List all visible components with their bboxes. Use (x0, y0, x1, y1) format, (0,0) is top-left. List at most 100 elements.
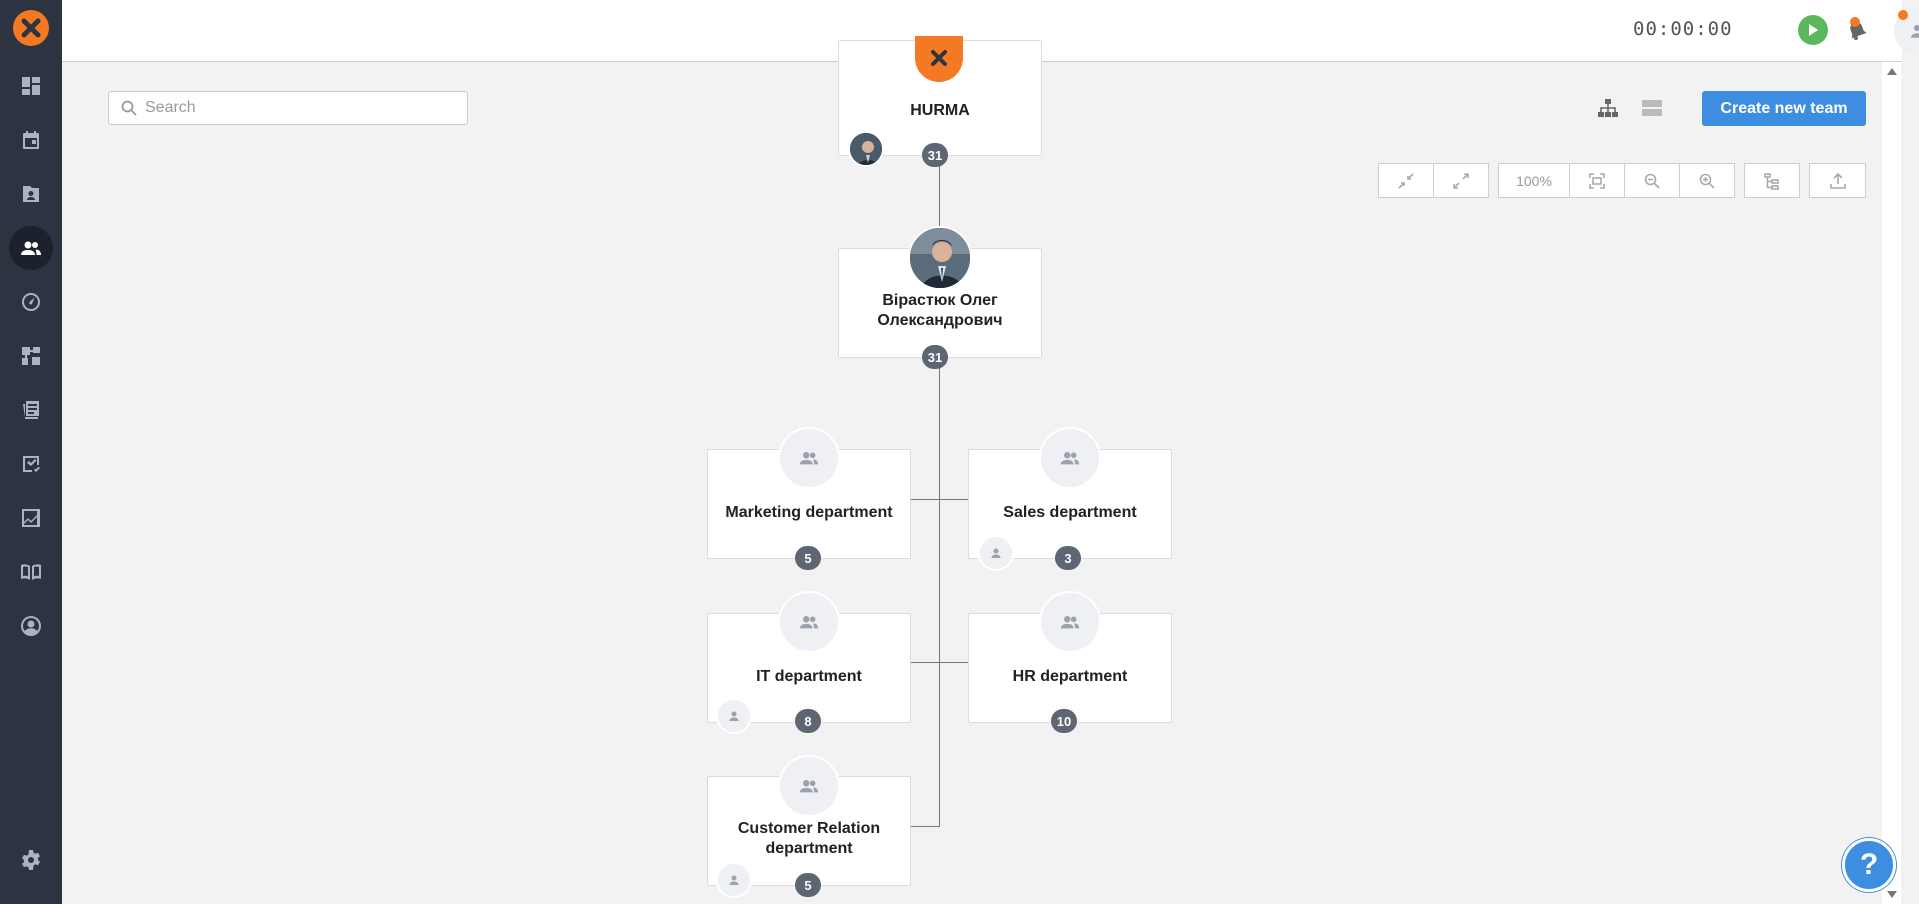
dashboard-icon (22, 77, 40, 95)
candidates-icon (23, 186, 39, 202)
sidebar (0, 0, 62, 904)
sidebar-item-analytics[interactable] (9, 496, 53, 540)
person-name-line1: Вірастюк Олег (882, 292, 998, 309)
workflow-icon (22, 347, 40, 365)
expand-icon (1453, 172, 1469, 189)
team-lead-avatar[interactable] (978, 535, 1014, 571)
list-view-button[interactable] (1638, 96, 1666, 120)
org-root-name: HURMA (910, 102, 970, 119)
team-icon (799, 780, 819, 793)
hierarchy-layout-button[interactable] (1744, 163, 1800, 198)
library-icon (23, 401, 39, 419)
connector-line (911, 662, 968, 663)
collapse-button[interactable] (1378, 163, 1434, 198)
profile-icon (21, 616, 41, 636)
user-icon (991, 548, 1001, 558)
sidebar-item-workflow[interactable] (9, 334, 53, 378)
user-icon (729, 711, 739, 721)
zoom-in-icon (1699, 173, 1715, 189)
zoom-reset-button[interactable]: 100% (1498, 163, 1570, 198)
list-icon (1642, 100, 1662, 116)
settings-icon (22, 850, 40, 870)
team-icon (21, 241, 41, 255)
member-count-badge: 31 (922, 345, 948, 369)
member-count-badge: 3 (1055, 546, 1081, 570)
speedometer-icon (22, 293, 40, 311)
team-lead-avatar[interactable] (716, 862, 752, 898)
person-avatar[interactable] (908, 226, 972, 290)
create-new-team-button[interactable]: Create new team (1702, 91, 1866, 126)
member-count-badge: 8 (795, 709, 821, 733)
hurma-logo[interactable] (13, 10, 49, 46)
timer-start-button[interactable] (1798, 15, 1828, 45)
team-name-line2: department (765, 840, 853, 857)
member-count-badge: 31 (922, 143, 948, 167)
time-tracker-display: 00:00:00 (1633, 18, 1733, 40)
member-count-badge: 5 (795, 546, 821, 570)
person-name-line2: Олександрович (877, 312, 1003, 329)
export-button[interactable] (1809, 163, 1866, 198)
team-icon (799, 616, 819, 629)
hierarchy-icon (1764, 172, 1779, 190)
company-logo (915, 36, 963, 82)
team-avatar (778, 427, 840, 489)
notification-dot (1850, 17, 1860, 27)
sidebar-item-profile[interactable] (9, 604, 53, 648)
team-icon (1060, 452, 1080, 465)
scroll-down-arrow[interactable] (1887, 891, 1897, 898)
tasks-icon (23, 456, 40, 472)
help-button[interactable]: ? (1842, 838, 1896, 892)
user-icon (729, 875, 739, 885)
team-name: Sales department (1003, 504, 1137, 521)
team-name: HR department (1012, 668, 1128, 685)
user-menu-avatar[interactable] (1894, 8, 1919, 54)
sidebar-item-settings[interactable] (9, 838, 53, 882)
scroll-up-arrow[interactable] (1887, 68, 1897, 75)
team-name-line1: Customer Relation (737, 820, 881, 837)
sidebar-item-knowledge-base[interactable] (9, 550, 53, 594)
team-icon (799, 452, 819, 465)
zoom-in-button[interactable] (1679, 163, 1735, 198)
team-name: IT department (756, 668, 862, 685)
fit-screen-icon (1589, 172, 1605, 189)
knowledge-base-icon (21, 564, 41, 580)
zoom-out-icon (1644, 173, 1660, 189)
sidebar-item-tasks[interactable] (9, 442, 53, 486)
team-avatar (778, 591, 840, 653)
notifications-button[interactable] (1842, 15, 1872, 45)
user-icon (1911, 25, 1919, 38)
sidebar-item-performance[interactable] (9, 280, 53, 324)
search-input[interactable] (145, 99, 445, 117)
zoom-out-button[interactable] (1624, 163, 1680, 198)
team-avatar (778, 755, 840, 817)
connector-line (911, 826, 940, 827)
collapse-icon (1398, 172, 1414, 189)
tree-view-button[interactable] (1594, 96, 1622, 120)
sidebar-item-library[interactable] (9, 388, 53, 432)
team-icon (1060, 616, 1080, 629)
sidebar-item-calendar[interactable] (9, 118, 53, 162)
analytics-icon (22, 509, 40, 527)
member-count-badge: 5 (795, 873, 821, 897)
team-lead-avatar[interactable] (716, 698, 752, 734)
sidebar-item-teams[interactable] (9, 226, 53, 270)
connector-line (911, 499, 968, 500)
sidebar-item-candidates[interactable] (9, 172, 53, 216)
team-avatar (1039, 591, 1101, 653)
expand-button[interactable] (1433, 163, 1489, 198)
org-tree-icon (1598, 99, 1618, 117)
member-count-badge: 10 (1051, 709, 1077, 733)
search-icon (121, 100, 137, 121)
calendar-icon (23, 131, 39, 149)
vertical-scrollbar[interactable] (1882, 62, 1901, 904)
status-dot (1898, 10, 1908, 20)
logo-mark-icon (21, 18, 41, 38)
team-avatar (1039, 427, 1101, 489)
fit-screen-button[interactable] (1569, 163, 1625, 198)
root-manager-avatar[interactable] (848, 131, 884, 167)
play-icon (1809, 24, 1818, 36)
connector-line (939, 358, 940, 827)
search-field[interactable] (108, 91, 468, 125)
sidebar-item-dashboard[interactable] (9, 64, 53, 108)
team-name: Marketing department (725, 504, 893, 521)
